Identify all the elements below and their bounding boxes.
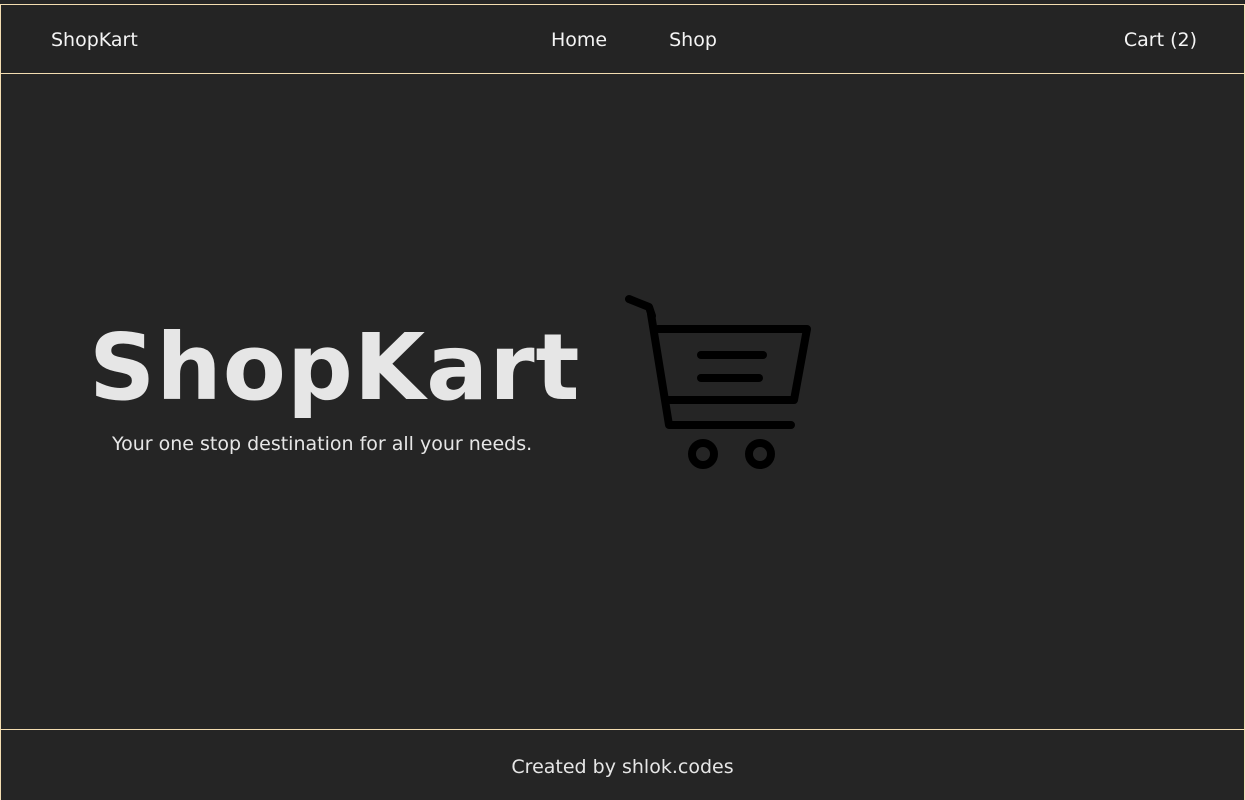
main-nav: Home Shop — [551, 26, 717, 54]
brand-logo-link[interactable]: ShopKart — [51, 26, 138, 54]
cart-link[interactable]: Cart (2) — [1124, 26, 1197, 54]
footer-credit: Created by shlok.codes — [511, 756, 734, 778]
nav-shop-link[interactable]: Shop — [669, 26, 717, 54]
hero-title: ShopKart — [89, 314, 581, 421]
hero-section: ShopKart Your one stop destination for a… — [0, 74, 1245, 729]
hero-subtitle: Your one stop destination for all your n… — [112, 433, 533, 455]
page: ShopKart Home Shop Cart (2) ShopKart You… — [0, 0, 1245, 800]
nav-home-link[interactable]: Home — [551, 26, 607, 54]
shopping-cart-icon — [625, 295, 811, 469]
top-navbar: ShopKart Home Shop Cart (2) — [0, 4, 1245, 74]
footer: Created by shlok.codes — [0, 729, 1245, 800]
